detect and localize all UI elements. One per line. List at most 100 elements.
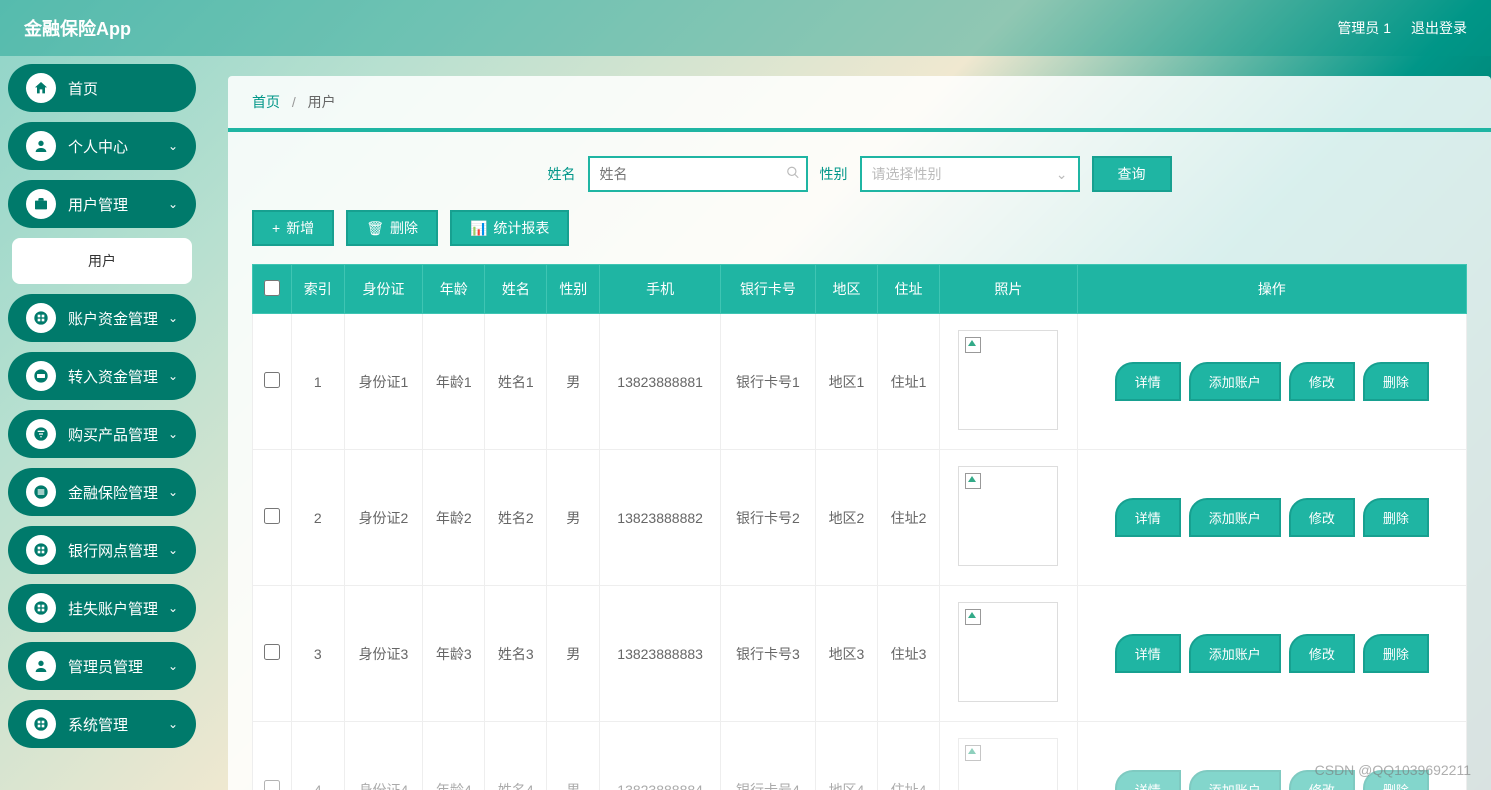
cell-photo (940, 722, 1078, 790)
breadcrumb: 首页 / 用户 (228, 76, 1491, 132)
cell-addr: 住址4 (878, 722, 940, 790)
search-icon (786, 166, 800, 183)
edit-button[interactable]: 修改 (1289, 498, 1355, 537)
cell-gender: 男 (547, 450, 600, 586)
table-header: 身份证 (344, 265, 423, 314)
table-header: 姓名 (485, 265, 547, 314)
sidebar-item-users[interactable]: 用户管理⌄ (8, 180, 196, 228)
add-account-button[interactable]: 添加账户 (1189, 362, 1281, 401)
cell-index: 2 (291, 450, 344, 586)
sidebar-item-transfer[interactable]: 转入资金管理⌄ (8, 352, 196, 400)
cell-gender: 男 (547, 722, 600, 790)
cell-name: 姓名3 (485, 586, 547, 722)
row-delete-button[interactable]: 删除 (1363, 634, 1429, 673)
table-header: 操作 (1077, 265, 1466, 314)
cell-addr: 住址3 (878, 586, 940, 722)
cell-ops: 详情添加账户修改删除 (1077, 722, 1466, 790)
broken-image-icon (958, 738, 1058, 790)
add-button[interactable]: + 新增 (252, 210, 334, 246)
table-row: 1身份证1年龄1姓名1男13823888881银行卡号1地区1住址1详情添加账户… (253, 314, 1467, 450)
detail-button[interactable]: 详情 (1115, 770, 1181, 790)
sidebar-item-insurance[interactable]: 金融保险管理⌄ (8, 468, 196, 516)
sidebar-item-account[interactable]: 账户资金管理⌄ (8, 294, 196, 342)
list-icon (26, 477, 56, 507)
cell-idcard: 身份证1 (344, 314, 423, 450)
select-all-checkbox[interactable] (264, 280, 280, 296)
edit-button[interactable]: 修改 (1289, 362, 1355, 401)
cell-photo (940, 450, 1078, 586)
row-checkbox[interactable] (264, 644, 280, 660)
add-account-button[interactable]: 添加账户 (1189, 498, 1281, 537)
plus-icon: + (272, 220, 280, 236)
sidebar-item-lost[interactable]: 挂失账户管理⌄ (8, 584, 196, 632)
grid-icon (26, 709, 56, 739)
detail-button[interactable]: 详情 (1115, 498, 1181, 537)
app-title: 金融保险App (24, 15, 131, 41)
broken-image-icon (958, 602, 1058, 702)
row-checkbox[interactable] (264, 508, 280, 524)
cell-index: 4 (291, 722, 344, 790)
sidebar-item-label: 个人中心 (68, 136, 168, 157)
sidebar-item-branch[interactable]: 银行网点管理⌄ (8, 526, 196, 574)
cell-area: 地区4 (815, 722, 877, 790)
cell-bank: 银行卡号2 (720, 450, 815, 586)
table-header: 住址 (878, 265, 940, 314)
row-delete-button[interactable]: 删除 (1363, 362, 1429, 401)
sidebar-item-label: 用户管理 (68, 194, 168, 215)
row-delete-button[interactable]: 删除 (1363, 498, 1429, 537)
toolbar: + 新增 🗑 删除 📊 统计报表 (228, 210, 1491, 264)
chart-icon: 📊 (470, 220, 487, 237)
grid-icon (26, 535, 56, 565)
sidebar-subitem-users[interactable]: 用户 (12, 238, 192, 284)
row-delete-button[interactable]: 删除 (1363, 770, 1429, 790)
cell-phone: 13823888882 (600, 450, 721, 586)
sidebar-item-profile[interactable]: 个人中心⌄ (8, 122, 196, 170)
user-label[interactable]: 管理员 1 (1337, 18, 1391, 38)
delete-button[interactable]: 🗑 删除 (346, 210, 438, 246)
sidebar-item-label: 账户资金管理 (68, 308, 168, 329)
detail-button[interactable]: 详情 (1115, 634, 1181, 673)
detail-button[interactable]: 详情 (1115, 362, 1181, 401)
sidebar-item-label: 管理员管理 (68, 656, 168, 677)
cell-photo (940, 314, 1078, 450)
name-label: 姓名 (548, 164, 576, 184)
table-header: 年龄 (423, 265, 485, 314)
gender-select[interactable]: 请选择性别 ⌄ (860, 156, 1080, 192)
cell-idcard: 身份证3 (344, 586, 423, 722)
row-checkbox[interactable] (264, 780, 280, 790)
sidebar-item-system[interactable]: 系统管理⌄ (8, 700, 196, 748)
name-input[interactable] (588, 156, 808, 192)
cell-ops: 详情添加账户修改删除 (1077, 450, 1466, 586)
query-button[interactable]: 查询 (1092, 156, 1172, 192)
logout-link[interactable]: 退出登录 (1411, 18, 1467, 38)
sidebar-item-admin[interactable]: 管理员管理⌄ (8, 642, 196, 690)
sidebar-item-buy[interactable]: 购买产品管理⌄ (8, 410, 196, 458)
chevron-down-icon: ⌄ (168, 659, 178, 673)
app-header: 金融保险App 管理员 1 退出登录 (0, 0, 1491, 56)
gender-label: 性别 (820, 164, 848, 184)
table-header: 地区 (815, 265, 877, 314)
add-account-button[interactable]: 添加账户 (1189, 770, 1281, 790)
row-checkbox[interactable] (264, 372, 280, 388)
cell-phone: 13823888884 (600, 722, 721, 790)
briefcase-icon (26, 189, 56, 219)
cell-idcard: 身份证2 (344, 450, 423, 586)
chevron-down-icon: ⌄ (168, 601, 178, 615)
chevron-down-icon: ⌄ (168, 485, 178, 499)
edit-button[interactable]: 修改 (1289, 634, 1355, 673)
sidebar-item-label: 银行网点管理 (68, 540, 168, 561)
table-row: 3身份证3年龄3姓名3男13823888883银行卡号3地区3住址3详情添加账户… (253, 586, 1467, 722)
ticket-icon (26, 361, 56, 391)
report-button[interactable]: 📊 统计报表 (450, 210, 569, 246)
sidebar-item-label: 转入资金管理 (68, 366, 168, 387)
cell-bank: 银行卡号4 (720, 722, 815, 790)
sidebar-item-home[interactable]: 首页 (8, 64, 196, 112)
sidebar: 首页个人中心⌄用户管理⌄用户账户资金管理⌄转入资金管理⌄购买产品管理⌄金融保险管… (0, 56, 200, 790)
user-icon (26, 651, 56, 681)
breadcrumb-current: 用户 (308, 94, 336, 110)
edit-button[interactable]: 修改 (1289, 770, 1355, 790)
add-account-button[interactable]: 添加账户 (1189, 634, 1281, 673)
breadcrumb-home[interactable]: 首页 (252, 94, 280, 110)
cell-name: 姓名4 (485, 722, 547, 790)
cell-age: 年龄2 (423, 450, 485, 586)
